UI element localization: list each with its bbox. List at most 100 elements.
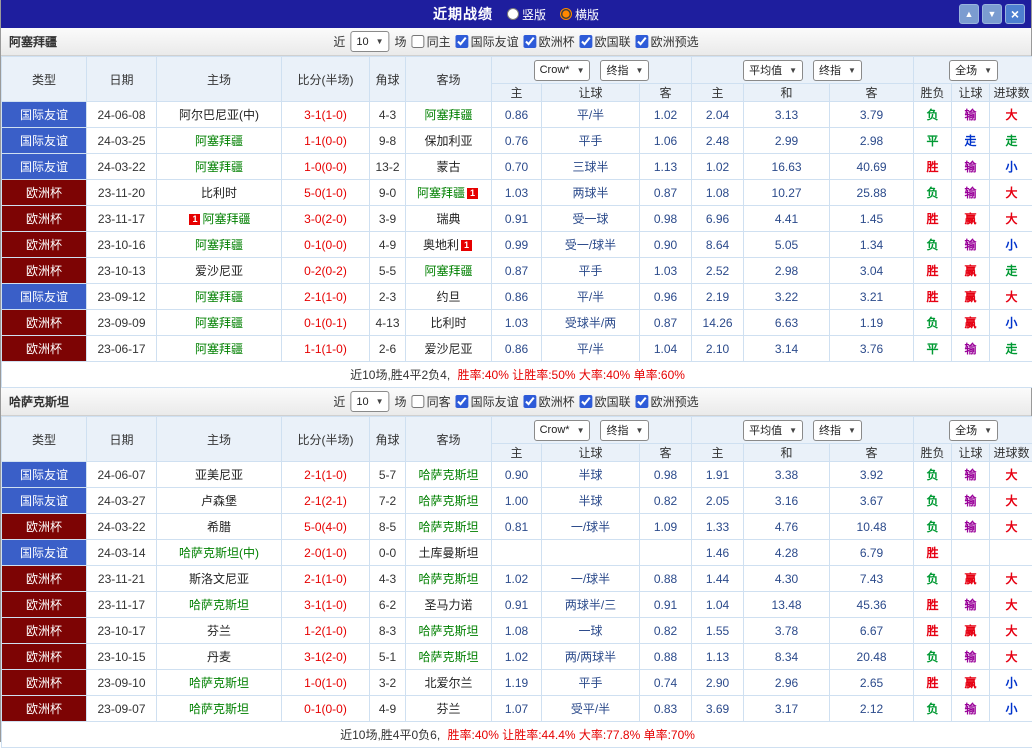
bookmaker-select[interactable]: Crow* ▼: [534, 420, 591, 441]
date-cell: 24-06-08: [87, 102, 157, 128]
away-team-cell: 芬兰: [406, 696, 492, 722]
asian-final-odds-select[interactable]: 终指▼: [600, 60, 649, 81]
league-checkbox-0-input[interactable]: [456, 35, 469, 48]
avg-odds-select[interactable]: 平均值▼: [743, 420, 803, 441]
league-checkbox-1-label: 欧洲杯: [539, 33, 575, 50]
league-checkbox-0-input[interactable]: [456, 395, 469, 408]
asian-home-odds: 0.91: [492, 206, 542, 232]
sub-col-header: 主: [692, 84, 744, 102]
team-name-text: 保加利亚: [424, 134, 472, 148]
move-down-button[interactable]: ▼: [982, 4, 1002, 24]
league-checkbox-1[interactable]: 欧洲杯: [524, 393, 575, 410]
league-checkbox-3[interactable]: 欧洲预选: [636, 393, 699, 410]
euro-away-odds: 3.04: [830, 258, 914, 284]
date-cell: 23-09-12: [87, 284, 157, 310]
chevron-down-icon: ▼: [848, 66, 856, 75]
layout-radio-vertical[interactable]: 竖版: [507, 6, 546, 23]
league-checkbox-3[interactable]: 欧洲预选: [636, 33, 699, 50]
away-team-cell: 爱沙尼亚: [406, 336, 492, 362]
league-checkbox-1[interactable]: 欧洲杯: [524, 33, 575, 50]
handicap-cell: [542, 540, 640, 566]
league-checkbox-2[interactable]: 欧国联: [580, 33, 631, 50]
table-row: 国际友谊23-09-12阿塞拜疆2-1(1-0)2-3约旦0.86平/半0.96…: [2, 284, 1032, 310]
col-header: 日期: [87, 57, 157, 102]
date-cell: 23-09-07: [87, 696, 157, 722]
same-side-checkbox[interactable]: 同主: [412, 33, 451, 50]
avg-odds-select-value: 平均值: [749, 62, 782, 78]
date-cell: 24-03-22: [87, 154, 157, 180]
date-cell: 23-06-17: [87, 336, 157, 362]
same-side-checkbox-input[interactable]: [412, 35, 425, 48]
same-side-checkbox-input[interactable]: [412, 395, 425, 408]
bookmaker-select[interactable]: Crow*▼: [534, 60, 591, 81]
corner-cell: 2-3: [370, 284, 406, 310]
result-goals-cell: 大: [990, 566, 1032, 592]
league-checkbox-2-input[interactable]: [580, 35, 593, 48]
league-cell: 国际友谊: [2, 540, 87, 566]
close-button[interactable]: ×: [1005, 4, 1025, 24]
chevron-down-icon: ▼: [577, 426, 585, 435]
asian-home-odds: 0.86: [492, 336, 542, 362]
result-handicap-cell: 赢: [952, 206, 990, 232]
team-name-text: 哈萨克斯坦(中): [179, 546, 259, 560]
league-checkbox-0[interactable]: 国际友谊: [456, 33, 519, 50]
league-checkbox-1-input[interactable]: [524, 35, 537, 48]
corner-cell: 0-0: [370, 540, 406, 566]
dropdown-group-wrap: Crow*▼终指▼: [492, 420, 691, 441]
matches-count-select[interactable]: 10▼: [350, 31, 389, 52]
scope-select[interactable]: 全场▼: [949, 60, 998, 81]
dropdown-group-wrap: 平均值▼ 终指▼: [692, 420, 913, 441]
avg-odds-select[interactable]: 平均值▼: [743, 60, 803, 81]
league-checkbox-2[interactable]: 欧国联: [580, 393, 631, 410]
league-checkbox-2-input[interactable]: [580, 395, 593, 408]
result-goals-cell: 走: [990, 336, 1032, 362]
col-header: 比分(半场): [282, 57, 370, 102]
layout-radio-horizontal[interactable]: 横版: [560, 6, 599, 23]
away-team-cell: 奥地利1: [406, 232, 492, 258]
date-cell: 23-10-16: [87, 232, 157, 258]
league-cell: 国际友谊: [2, 154, 87, 180]
away-team-cell: 哈萨克斯坦: [406, 514, 492, 540]
euro-final-odds-select[interactable]: 终指▼: [813, 420, 862, 441]
radio-horizontal-label: 横版: [575, 6, 599, 23]
asian-final-odds-select[interactable]: 终指▼: [600, 420, 649, 441]
section-header: 阿塞拜疆近10▼场同主国际友谊欧洲杯欧国联欧洲预选: [1, 28, 1031, 56]
table-row: 欧洲杯23-10-17芬兰1-2(1-0)8-3哈萨克斯坦1.08一球0.821…: [2, 618, 1032, 644]
league-checkbox-0[interactable]: 国际友谊: [456, 393, 519, 410]
league-checkbox-1-input[interactable]: [524, 395, 537, 408]
team-name-text: 哈萨克斯坦: [418, 572, 478, 586]
asian-away-odds: 1.13: [640, 154, 692, 180]
chevron-down-icon: ▼: [635, 426, 643, 435]
euro-final-odds-select[interactable]: 终指▼: [813, 60, 862, 81]
scope-select[interactable]: 全场▼: [949, 420, 998, 441]
bookmaker-select-value: Crow*: [540, 424, 570, 436]
euro-home-odds: 2.90: [692, 670, 744, 696]
asian-away-odds: 0.91: [640, 592, 692, 618]
date-cell: 23-11-17: [87, 206, 157, 232]
score-cell: 0-1(0-0): [282, 232, 370, 258]
corner-cell: 9-0: [370, 180, 406, 206]
move-up-button[interactable]: ▲: [959, 4, 979, 24]
matches-count-select[interactable]: 10▼: [350, 391, 389, 412]
euro-home-odds: 1.08: [692, 180, 744, 206]
chevron-down-icon: ▼: [848, 426, 856, 435]
league-checkbox-3-label: 欧洲预选: [651, 393, 699, 410]
asian-away-odds: 0.98: [640, 462, 692, 488]
result-handicap-cell: 输: [952, 336, 990, 362]
section-team-name: 哈萨克斯坦: [9, 393, 69, 410]
result-wdl-cell: 平: [914, 336, 952, 362]
league-checkbox-3-input[interactable]: [636, 35, 649, 48]
asian-away-odds: [640, 540, 692, 566]
team-name-text: 阿塞拜疆: [417, 186, 465, 200]
euro-away-odds: 2.12: [830, 696, 914, 722]
handicap-cell: 半球: [542, 488, 640, 514]
filter-matches-label: 场: [395, 33, 407, 50]
titlebar-center: 近期战绩 竖版 横版: [1, 4, 1031, 24]
radio-horizontal-input[interactable]: [560, 8, 572, 20]
away-team-cell: 哈萨克斯坦: [406, 618, 492, 644]
result-wdl-cell: 胜: [914, 258, 952, 284]
radio-vertical-input[interactable]: [507, 8, 519, 20]
league-checkbox-3-input[interactable]: [636, 395, 649, 408]
same-side-checkbox[interactable]: 同客: [412, 393, 451, 410]
sub-col-header: 客: [830, 444, 914, 462]
